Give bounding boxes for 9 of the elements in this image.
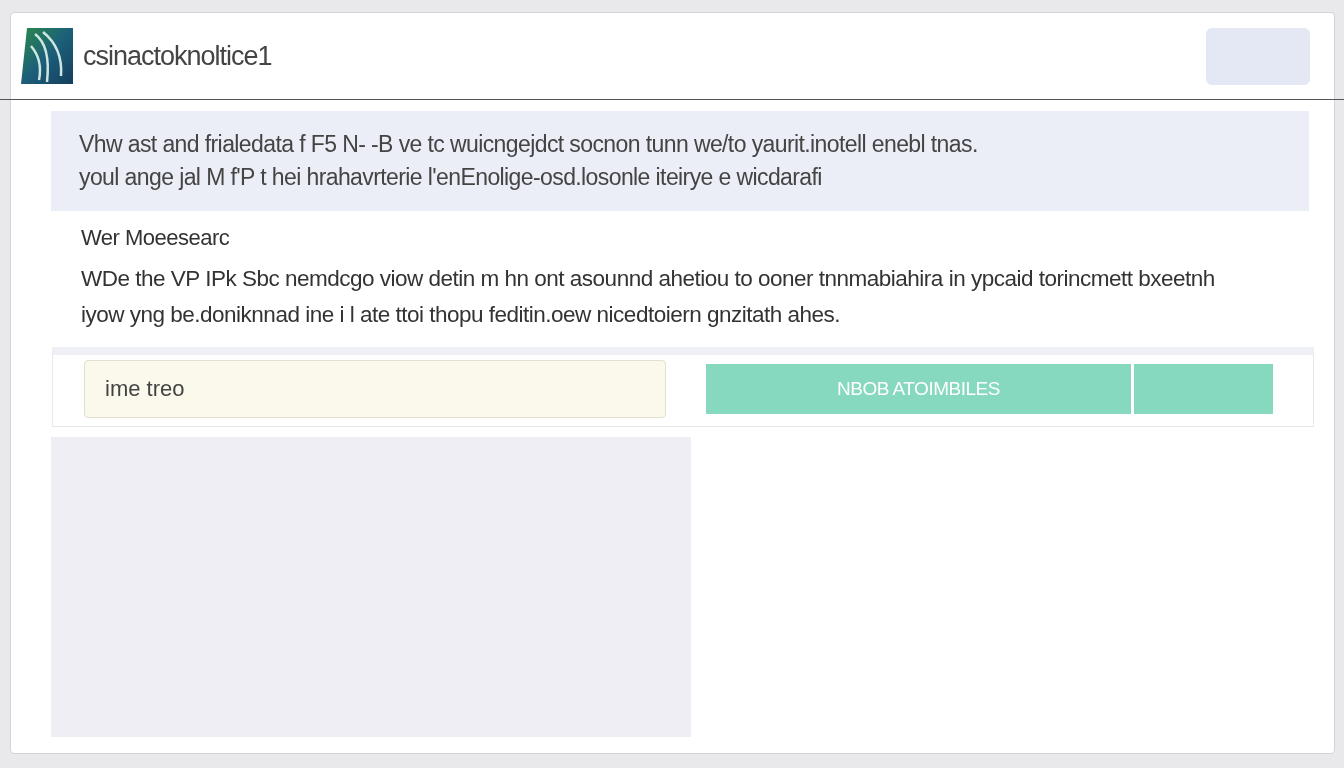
logo-icon bbox=[21, 26, 73, 86]
section-heading: Wer Moeesearc bbox=[81, 225, 231, 251]
banner-text: youl ange jal M f'P t hei hrahavrterie l'enEnolige-osd.losonle iteirye e wicdarafi bbox=[79, 164, 823, 191]
input-field[interactable]: ime treo bbox=[84, 359, 666, 418]
banner-text: Vhw ast and frialedata f F5 N- -B ve tc wuicngejdct socnon tunn we/to yaurit.inotell enebl tnas. bbox=[79, 131, 979, 158]
secondary-button[interactable] bbox=[1134, 363, 1273, 414]
section-paragraph: WDe the VP IPk Sbc nemdcgo viow detin m hn ont asounnd ahetiou to ooner tnnmabiahira in ypcaid torincmett bxeetnh iyow yng be.doniknnad ine i l ate ttoi thopu feditin.oew nicedtoiern gnzitath ahes. bbox=[81, 265, 1216, 329]
header-button[interactable] bbox=[1206, 27, 1310, 85]
app-title: csinactoknoltice1 bbox=[83, 40, 273, 72]
